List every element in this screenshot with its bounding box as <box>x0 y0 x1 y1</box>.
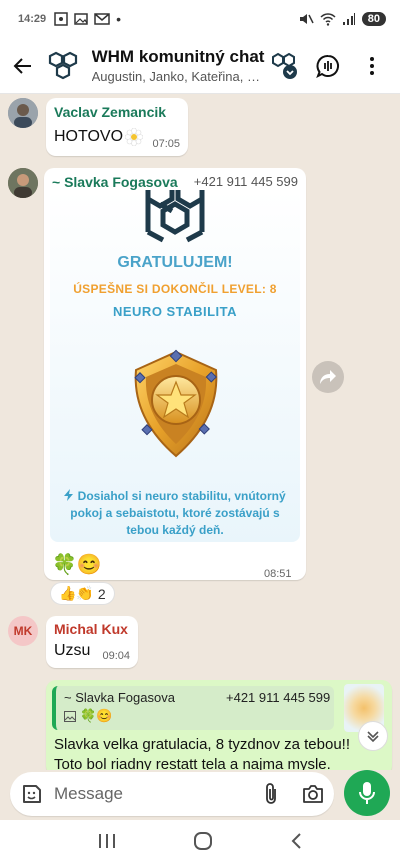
signal-icon <box>342 13 355 25</box>
message-input-pill <box>10 772 334 816</box>
sticker-button[interactable] <box>20 782 44 806</box>
chat-title: WHM komunitný chat <box>91 47 265 66</box>
microphone-icon <box>359 782 375 804</box>
person-photo-icon <box>8 98 38 128</box>
scroll-down-button[interactable] <box>358 721 388 751</box>
community-icon <box>272 52 297 79</box>
system-icons: 80 <box>298 11 386 27</box>
message-time: 08:51 <box>264 568 292 580</box>
status-bar: 14:29 • 80 <box>0 0 400 38</box>
arrow-left-icon <box>13 57 32 74</box>
reaction-emojis: 👍👏 <box>59 585 94 601</box>
message-text: Slavka velka gratulacia, 8 tyzdnov za te… <box>54 736 351 753</box>
sender-phone: +421 911 445 599 <box>193 174 298 189</box>
paperclip-icon <box>266 783 276 804</box>
camera-icon <box>303 785 323 803</box>
status-time: 14:29 <box>18 13 47 25</box>
reaction-count: 2 <box>97 585 106 602</box>
mute-icon <box>299 14 314 24</box>
voice-chat-icon <box>316 54 339 78</box>
home-button[interactable] <box>193 831 213 857</box>
quoted-message[interactable]: ~ Slavka Fogasova +421 911 445 599 🍀😊 <box>52 686 334 730</box>
card-title: GRATULUJEM! <box>117 254 233 271</box>
quoted-text: 🍀😊 <box>80 708 113 723</box>
card-logo <box>50 190 300 250</box>
message-input[interactable] <box>54 784 244 804</box>
chevron-left-icon <box>291 832 301 849</box>
voice-chat-button[interactable] <box>314 52 342 80</box>
person-photo-icon <box>8 168 38 198</box>
message-text: HOTOVO <box>54 128 124 145</box>
notification-icons: • <box>54 11 121 27</box>
home-icon <box>193 831 212 850</box>
camera-button[interactable] <box>302 784 324 804</box>
composer <box>0 770 400 820</box>
message-bubble[interactable]: Michal Kux Uzsu 09:04 <box>46 616 138 668</box>
message-sender[interactable]: Vaclav Zemancik <box>54 104 166 120</box>
wifi-icon <box>320 13 336 26</box>
group-avatar[interactable] <box>44 46 82 86</box>
reactions-pill[interactable]: 👍👏 2 <box>50 582 115 605</box>
lightning-icon <box>64 489 74 501</box>
message-text: Uzsu <box>54 642 91 659</box>
message-bubble-own[interactable]: ~ Slavka Fogasova +421 911 445 599 🍀😊 Sl… <box>46 680 392 770</box>
message-sender[interactable]: Michal Kux <box>54 621 128 637</box>
quoted-sender: ~ Slavka Fogasova <box>64 690 175 705</box>
chat-title-area[interactable]: WHM komunitný chat Augustin, Janko, Kate… <box>92 47 270 84</box>
dot-icon: • <box>116 11 122 27</box>
forward-arrow-icon <box>320 370 336 384</box>
community-button[interactable] <box>270 52 298 80</box>
message-bubble[interactable]: Vaclav Zemancik HOTOVO 07:05 <box>46 98 188 156</box>
more-vertical-icon <box>370 56 374 75</box>
recents-icon <box>99 834 116 848</box>
back-nav-button[interactable] <box>290 832 302 856</box>
message-sender[interactable]: ~ Slavka Fogasova <box>52 174 178 190</box>
voice-record-button[interactable] <box>344 770 390 816</box>
back-button[interactable] <box>8 50 38 82</box>
hexagon-logo-icon <box>145 190 205 243</box>
avatar-initials: MK <box>13 624 33 638</box>
system-nav-bar <box>0 820 400 867</box>
chat-members: Augustin, Janko, Kateřina, Mir... <box>91 69 270 84</box>
achievement-card-image[interactable]: GRATULUJEM! ÚSPEŠNE SI DOKONČIL LEVEL: 8… <box>50 190 300 542</box>
gmail-icon <box>94 13 110 25</box>
recents-button[interactable] <box>98 832 116 855</box>
card-subtitle: NEURO STABILITA <box>112 304 237 319</box>
battery-indicator: 80 <box>361 12 386 26</box>
message-text: Toto bol riadny restatt tela a najma mys… <box>54 756 331 770</box>
daisy-emoji-icon <box>125 128 144 146</box>
chevron-double-down-icon <box>367 731 379 743</box>
avatar[interactable] <box>8 168 38 198</box>
more-options-button[interactable] <box>358 52 386 80</box>
sticker-icon <box>23 785 41 803</box>
message-caption: 🍀😊 <box>52 554 102 576</box>
message-time: 07:05 <box>152 138 180 150</box>
shield-badge-icon <box>120 348 232 460</box>
header-actions <box>270 52 392 80</box>
gallery-icon <box>74 13 88 25</box>
chat-header: WHM komunitný chat Augustin, Janko, Kate… <box>0 38 400 94</box>
image-icon <box>64 710 76 722</box>
card-description: Dosiahol si neuro stabilitu, vnútorný po… <box>62 488 288 539</box>
avatar[interactable]: MK <box>8 616 38 646</box>
message-time: 09:04 <box>102 650 130 662</box>
avatar[interactable] <box>8 98 38 128</box>
hexagon-logo-icon <box>48 51 77 79</box>
screenshot-icon <box>54 12 68 26</box>
quoted-phone: +421 911 445 599 <box>226 690 331 705</box>
message-list[interactable]: Vaclav Zemancik HOTOVO 07:05 ~ Slavka Fo… <box>0 94 400 770</box>
attach-button[interactable] <box>264 782 278 806</box>
card-level: ÚSPEŠNE SI DOKONČIL LEVEL: 8 <box>73 282 277 296</box>
forward-button[interactable] <box>312 361 344 393</box>
